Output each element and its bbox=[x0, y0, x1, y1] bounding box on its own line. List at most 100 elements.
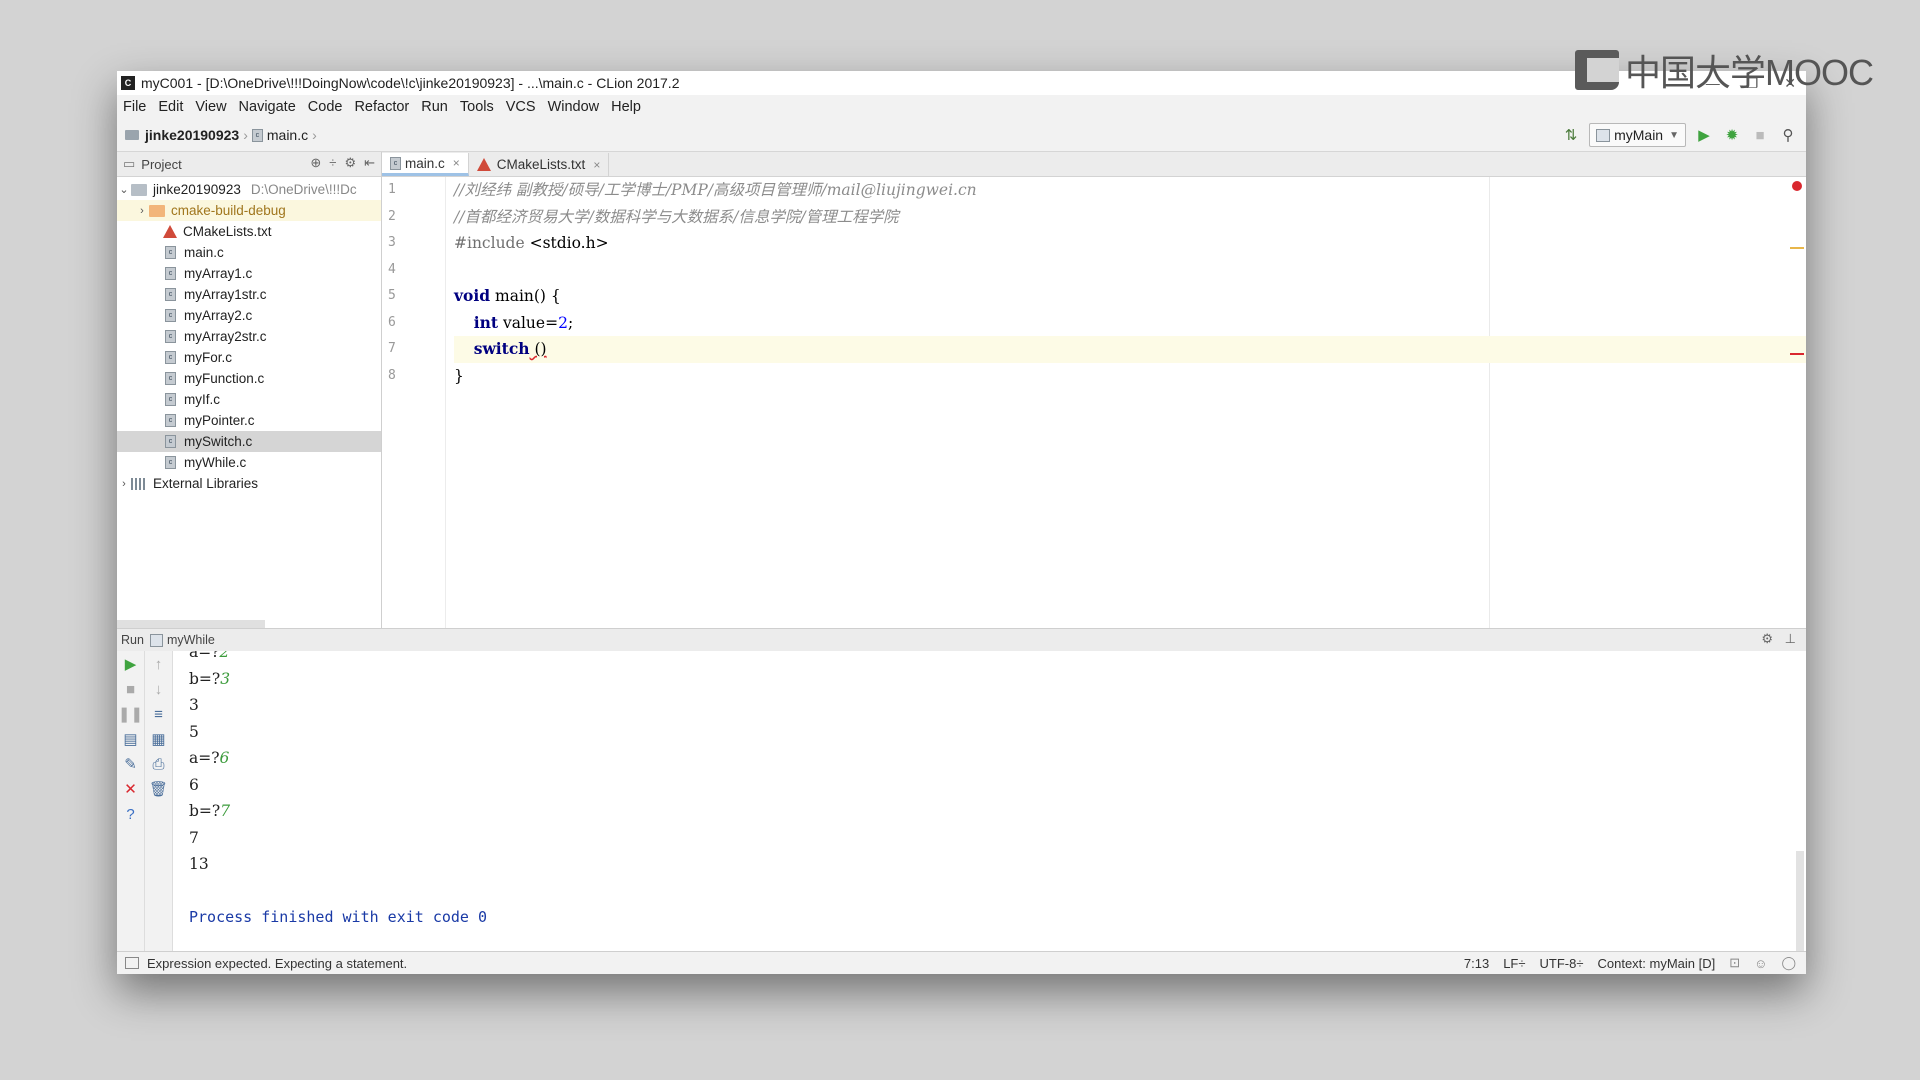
menu-navigate[interactable]: Navigate bbox=[239, 99, 296, 115]
menu-view[interactable]: View bbox=[195, 99, 226, 115]
breadcrumb-file[interactable]: main.c bbox=[267, 127, 308, 143]
c-file-icon: c bbox=[165, 309, 176, 322]
menu-help[interactable]: Help bbox=[611, 99, 641, 115]
tab-cmakelists[interactable]: CMakeLists.txt × bbox=[469, 153, 610, 176]
config-icon bbox=[1596, 128, 1611, 142]
lock-icon[interactable]: ⊡ bbox=[1729, 955, 1740, 971]
menu-code[interactable]: Code bbox=[308, 99, 343, 115]
code-area[interactable]: //刘经纬 副教授/硕导/工学博士/PMP/高级项目管理师/mail@liuji… bbox=[454, 177, 1806, 389]
pause-icon[interactable]: ❚❚ bbox=[117, 702, 144, 726]
tree-item-myarray2str[interactable]: c myArray2str.c bbox=[117, 326, 381, 347]
tree-item-myfor[interactable]: c myFor.c bbox=[117, 347, 381, 368]
tree-item-mywhile[interactable]: c myWhile.c bbox=[117, 452, 381, 473]
print-icon[interactable]: ⎙ bbox=[145, 752, 172, 776]
collapsed-arrow-icon[interactable]: › bbox=[117, 478, 131, 490]
tree-item-label: cmake-build-debug bbox=[171, 203, 286, 218]
run-toolbar-secondary: ↑ ↓ ≡ ▦ ⎙ 🗑 bbox=[145, 651, 173, 951]
horizontal-scrollbar[interactable] bbox=[117, 620, 265, 628]
c-file-icon: c bbox=[165, 246, 176, 259]
c-file-icon: c bbox=[165, 414, 176, 427]
close-tab-icon[interactable]: × bbox=[453, 156, 460, 170]
code-line-1: //刘经纬 副教授/硕导/工学博士/PMP/高级项目管理师/mail@liuji… bbox=[454, 177, 1806, 204]
project-panel-header: ▭ Project ⊕ ÷ ⚙ ⇤ bbox=[117, 152, 381, 177]
menu-file[interactable]: File bbox=[123, 99, 146, 115]
tool-window-toggle-icon[interactable] bbox=[125, 957, 139, 969]
clion-app-icon: C bbox=[121, 76, 135, 90]
exit-message: Process finished with exit code 0 bbox=[189, 908, 488, 926]
collapse-icon[interactable]: ÷ bbox=[329, 155, 336, 171]
trash-icon[interactable]: 🗑 bbox=[145, 777, 172, 801]
run-console[interactable]: a=?2 b=?3 3 5 a=?6 6 b=?7 7 13 Process f… bbox=[173, 651, 1806, 951]
stop-icon[interactable]: ■ bbox=[117, 677, 144, 701]
tree-item-cmakelists[interactable]: CMakeLists.txt bbox=[117, 221, 381, 242]
search-icon[interactable]: ⚲ bbox=[1778, 125, 1798, 145]
gear-icon[interactable]: ⚙ bbox=[1761, 631, 1773, 646]
vertical-scrollbar[interactable] bbox=[1796, 851, 1804, 951]
gear-icon[interactable]: ⚙ bbox=[344, 155, 356, 171]
run-config-dropdown[interactable]: myMain ▼ bbox=[1589, 123, 1686, 147]
line-separator[interactable]: LF÷ bbox=[1503, 956, 1525, 971]
restore-layout-icon[interactable]: ▤ bbox=[117, 727, 144, 751]
menu-run[interactable]: Run bbox=[421, 99, 448, 115]
tree-root[interactable]: ⌄ jinke20190923 D:\OneDrive\!!!Dc bbox=[117, 179, 381, 200]
pin-icon[interactable]: ✎ bbox=[117, 752, 144, 776]
rerun-icon[interactable]: ▶ bbox=[117, 652, 144, 676]
tree-root-path: D:\OneDrive\!!!Dc bbox=[250, 182, 357, 197]
header-name: <stdio.h> bbox=[529, 234, 609, 252]
breadcrumb-project[interactable]: jinke20190923 bbox=[145, 127, 239, 143]
code-editor[interactable]: 1 2 3 4 5 6 7 8 //刘经纬 副教授/硕导/工学博士/PMP/高级… bbox=[382, 177, 1806, 628]
menu-tools[interactable]: Tools bbox=[460, 99, 494, 115]
scroll-to-end-icon[interactable]: ▦ bbox=[145, 727, 172, 751]
event-log-icon[interactable]: ◯ bbox=[1781, 955, 1796, 971]
ide-window: C myC001 - [D:\OneDrive\!!!DoingNow\code… bbox=[117, 71, 1806, 974]
tree-item-myswitch[interactable]: c mySwitch.c bbox=[117, 431, 381, 452]
c-file-icon: c bbox=[165, 267, 176, 280]
line-number: 8 bbox=[388, 367, 396, 383]
hide-icon[interactable]: ⇤ bbox=[364, 155, 375, 171]
tree-item-external-libraries[interactable]: › External Libraries bbox=[117, 473, 381, 494]
hide-panel-icon[interactable]: ⊥ bbox=[1785, 631, 1796, 646]
project-panel-title[interactable]: Project bbox=[141, 157, 181, 172]
soft-wrap-icon[interactable]: ≡ bbox=[145, 702, 172, 726]
line-number: 2 bbox=[388, 208, 396, 224]
tree-item-main-c[interactable]: c main.c bbox=[117, 242, 381, 263]
error-stripe-marker[interactable] bbox=[1790, 353, 1804, 355]
resolve-context[interactable]: Context: myMain [D] bbox=[1597, 956, 1715, 971]
error-indicator-icon[interactable] bbox=[1792, 181, 1802, 191]
stop-icon[interactable]: ■ bbox=[1750, 125, 1770, 145]
menu-vcs[interactable]: VCS bbox=[506, 99, 536, 115]
menu-refactor[interactable]: Refactor bbox=[354, 99, 409, 115]
code-line-5: void main() { bbox=[454, 283, 1806, 310]
collapsed-arrow-icon[interactable]: › bbox=[135, 205, 149, 217]
tree-item-mypointer[interactable]: c myPointer.c bbox=[117, 410, 381, 431]
build-icon[interactable]: ⇅ bbox=[1561, 125, 1581, 145]
tree-item-myif[interactable]: c myIf.c bbox=[117, 389, 381, 410]
tree-item-myarray1[interactable]: c myArray1.c bbox=[117, 263, 381, 284]
tab-label: main.c bbox=[405, 155, 445, 171]
debug-icon[interactable]: ✹ bbox=[1722, 125, 1742, 145]
close-icon[interactable]: ✕ bbox=[117, 777, 144, 801]
help-icon[interactable]: ? bbox=[117, 802, 144, 826]
locate-icon[interactable]: ⊕ bbox=[310, 155, 321, 171]
caret-position[interactable]: 7:13 bbox=[1464, 956, 1489, 971]
tab-main-c[interactable]: c main.c × bbox=[382, 153, 469, 176]
run-panel-config[interactable]: myWhile bbox=[167, 633, 215, 647]
tree-item-myarray1str[interactable]: c myArray1str.c bbox=[117, 284, 381, 305]
warning-stripe-marker[interactable] bbox=[1790, 247, 1804, 249]
run-icon[interactable]: ▶ bbox=[1694, 125, 1714, 145]
menu-edit[interactable]: Edit bbox=[158, 99, 183, 115]
menu-window[interactable]: Window bbox=[548, 99, 600, 115]
tree-item-cmake-build-debug[interactable]: › cmake-build-debug bbox=[117, 200, 381, 221]
inspector-icon[interactable]: ☺ bbox=[1754, 956, 1767, 971]
close-tab-icon[interactable]: × bbox=[593, 158, 600, 172]
tree-item-myfunction[interactable]: c myFunction.c bbox=[117, 368, 381, 389]
file-encoding[interactable]: UTF-8÷ bbox=[1540, 956, 1584, 971]
scroll-up-icon[interactable]: ↑ bbox=[145, 652, 172, 676]
run-panel-label[interactable]: Run bbox=[121, 633, 144, 647]
expand-arrow-icon[interactable]: ⌄ bbox=[117, 183, 131, 196]
run-toolbar-primary: ▶ ■ ❚❚ ▤ ✎ ✕ ? bbox=[117, 651, 145, 951]
tree-item-myarray2[interactable]: c myArray2.c bbox=[117, 305, 381, 326]
scroll-down-icon[interactable]: ↓ bbox=[145, 677, 172, 701]
